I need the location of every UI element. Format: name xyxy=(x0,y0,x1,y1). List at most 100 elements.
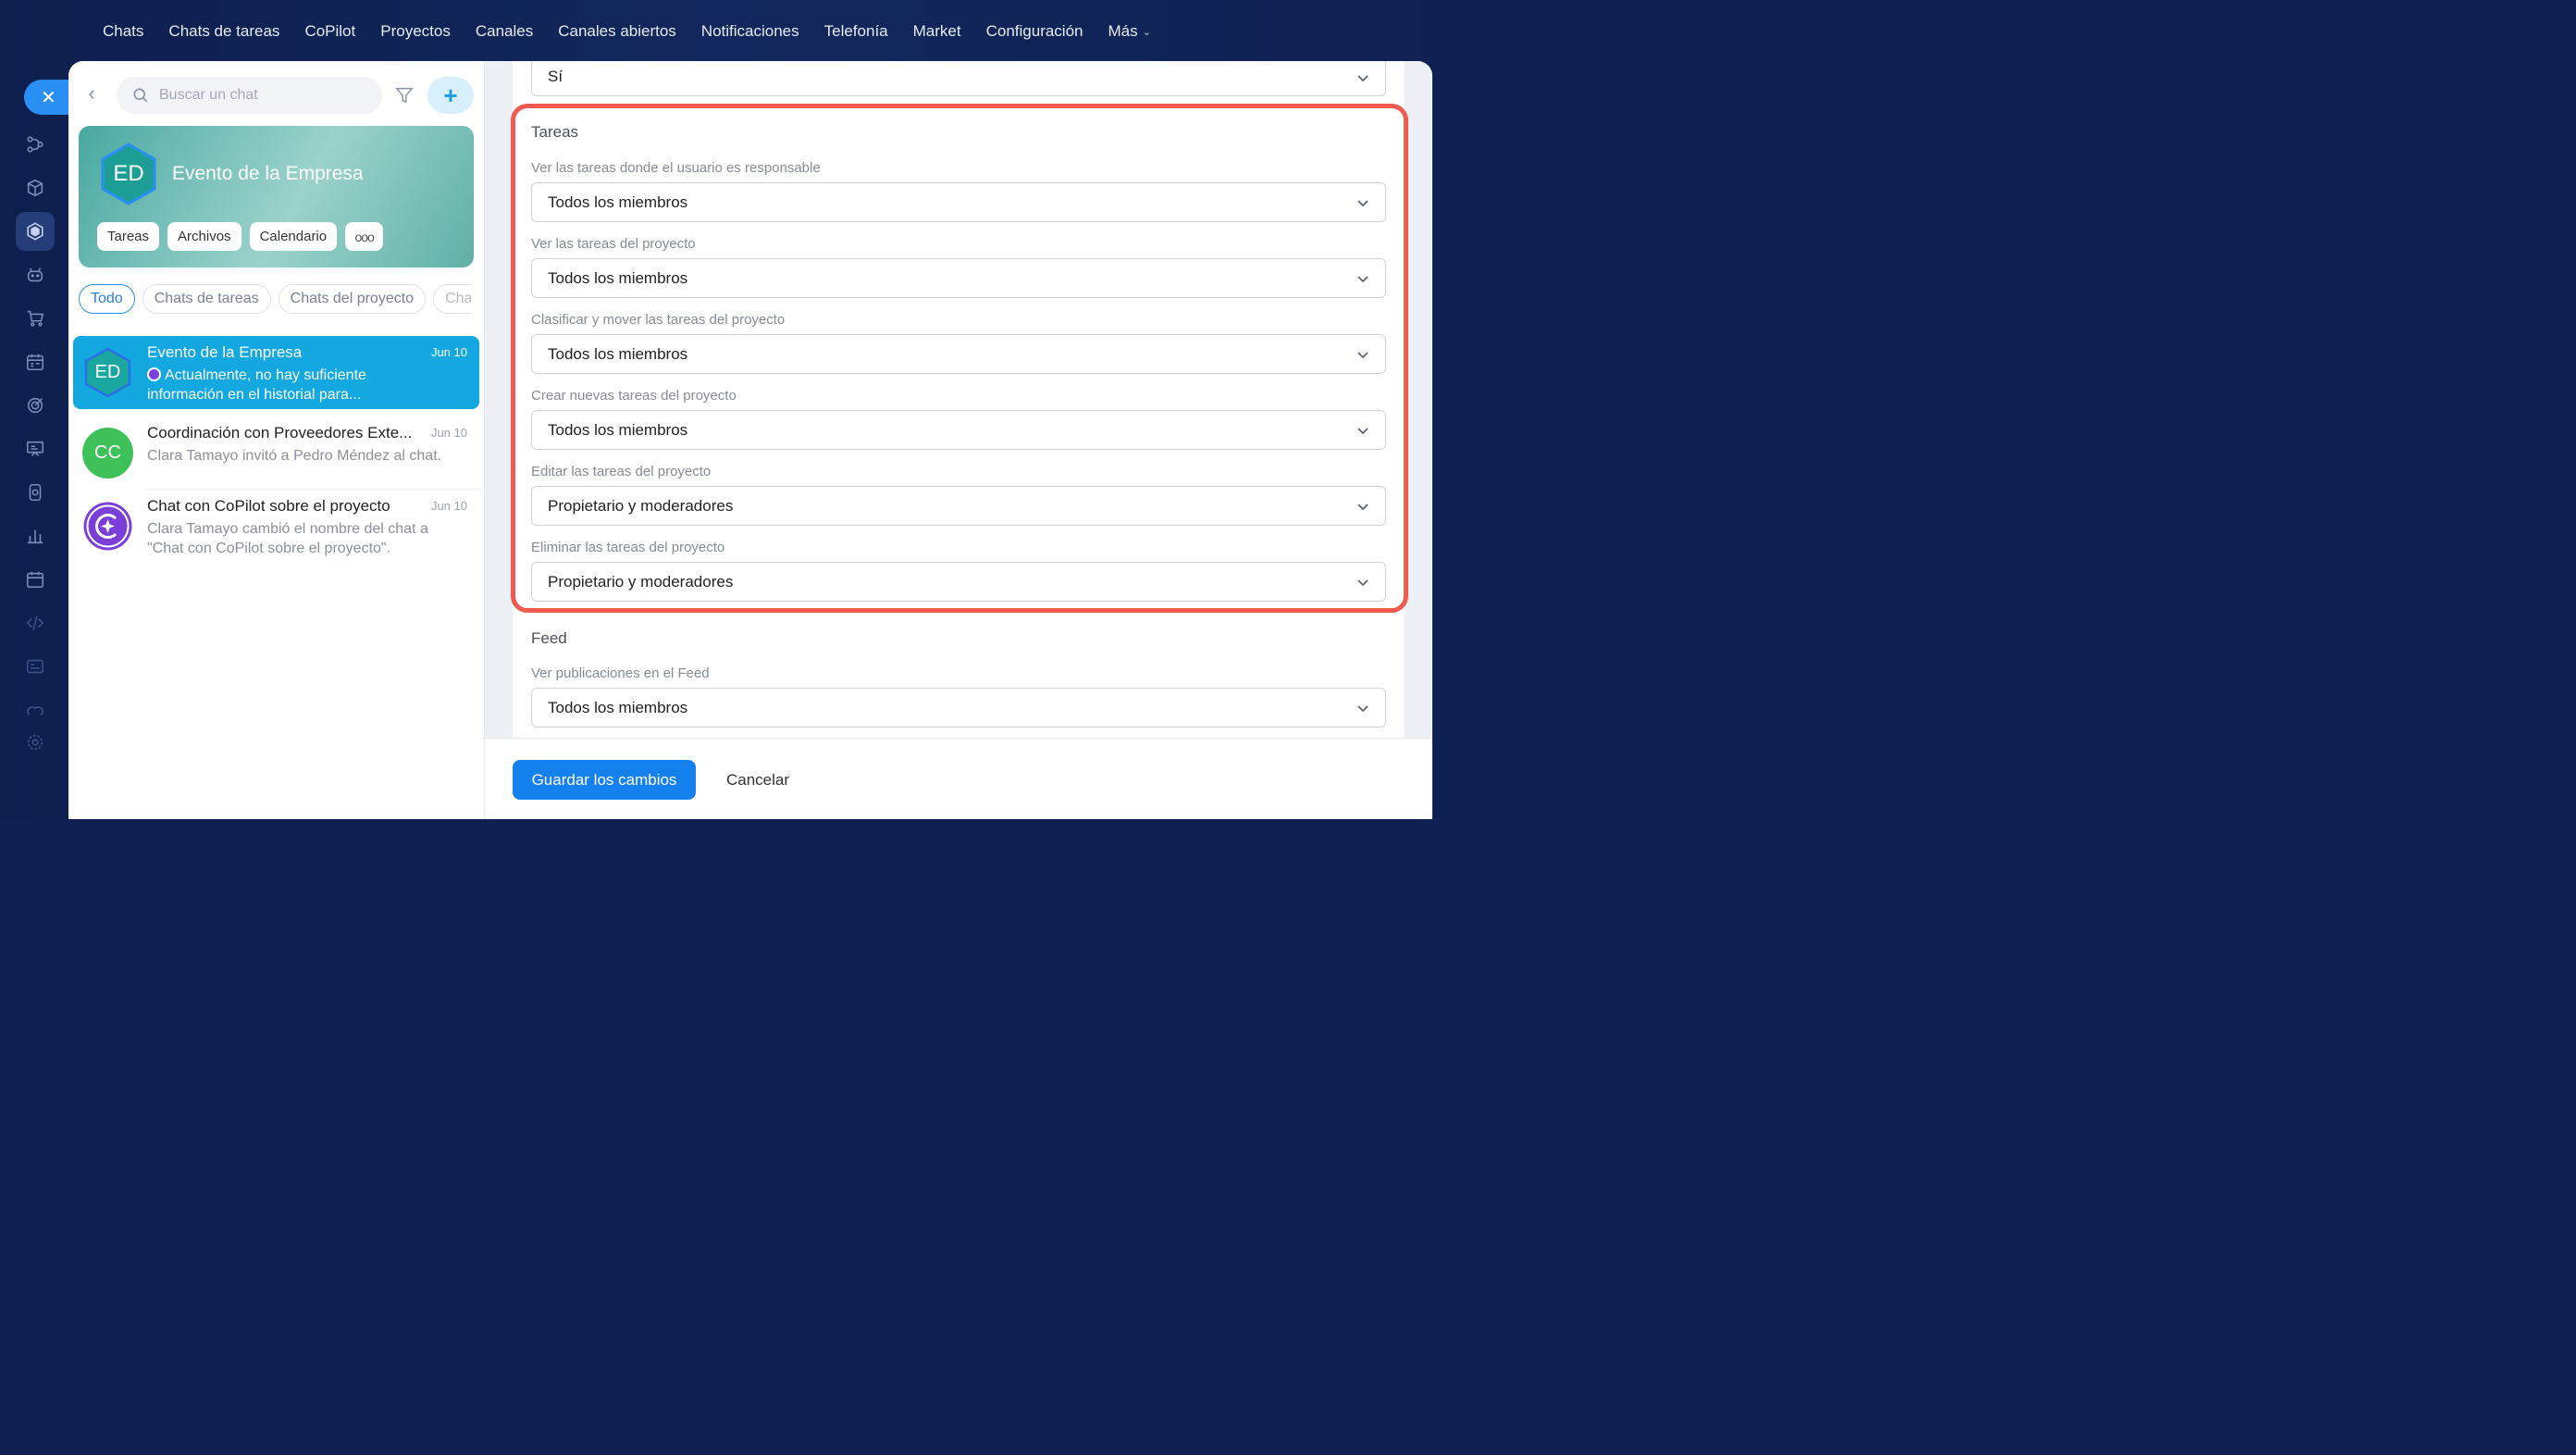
presentation-icon[interactable] xyxy=(16,429,55,468)
nav-market[interactable]: Market xyxy=(913,22,961,41)
search-icon xyxy=(133,88,148,103)
feed-publications-select[interactable]: Todos los miembros xyxy=(531,688,1386,728)
top-navigation: Chats Chats de tareas CoPilot Proyectos … xyxy=(103,19,1176,44)
project-settings-panel: Sí Tareas Ver las tareas donde el usuari… xyxy=(485,61,1432,819)
select-value: Todos los miembros xyxy=(548,268,688,287)
nav-copilot[interactable]: CoPilot xyxy=(304,22,355,41)
responsible-tasks-select[interactable]: Todos los miembros xyxy=(531,182,1386,222)
nav-chats[interactable]: Chats xyxy=(103,22,143,41)
settings-footer: Guardar los cambios Cancelar xyxy=(485,738,1432,819)
chat-name: Coordinación con Proveedores Exte... xyxy=(147,424,413,441)
filter-channels[interactable]: Cha xyxy=(433,284,471,314)
flow-icon[interactable] xyxy=(16,125,55,164)
select-value: Todos los miembros xyxy=(548,193,688,211)
main-panel: ‹ + ED Evento de la Empresa Tareas Archi… xyxy=(68,61,1432,819)
chevron-down-icon xyxy=(1356,499,1370,514)
code-icon[interactable] xyxy=(16,603,55,642)
filter-all[interactable]: Todo xyxy=(79,284,135,314)
robot-icon[interactable] xyxy=(16,255,55,294)
new-chat-button[interactable]: + xyxy=(427,77,474,114)
more-button[interactable]: ooo xyxy=(345,222,384,251)
chat-name: Evento de la Empresa xyxy=(147,343,303,361)
chat-preview: Actualmente, no hay suficiente informaci… xyxy=(147,366,443,404)
sort-move-tasks-select[interactable]: Todos los miembros xyxy=(531,334,1386,374)
nav-notifications[interactable]: Notificaciones xyxy=(701,22,799,41)
calendar-button[interactable]: Calendario xyxy=(249,222,338,251)
tasks-section-title: Tareas xyxy=(531,123,579,141)
field-label: Ver publicaciones en el Feed xyxy=(531,665,710,681)
top-select-value: Sí xyxy=(548,68,564,85)
select-value: Propietario y moderadores xyxy=(548,572,734,591)
chevron-down-icon xyxy=(1356,195,1370,210)
cart-icon[interactable] xyxy=(16,299,55,338)
nav-more[interactable]: Más ⌄ xyxy=(1108,22,1151,41)
nav-projects[interactable]: Proyectos xyxy=(380,22,451,41)
delete-tasks-select[interactable]: Propietario y moderadores xyxy=(531,562,1386,602)
chat-list-item[interactable]: CC Coordinación con Proveedores Exte... … xyxy=(73,417,479,490)
target-icon[interactable] xyxy=(16,386,55,425)
filter-task-chats[interactable]: Chats de tareas xyxy=(142,284,271,314)
nav-more-label: Más xyxy=(1108,22,1138,40)
view-project-tasks-select[interactable]: Todos los miembros xyxy=(531,258,1386,298)
filter-button[interactable] xyxy=(394,85,416,107)
group-title: Evento de la Empresa xyxy=(172,163,364,184)
copilot-avatar-icon xyxy=(83,502,132,551)
chat-name: Chat con CoPilot sobre el proyecto xyxy=(147,497,390,515)
chat-list-item[interactable]: ED Evento de la Empresa Jun 10 Actualmen… xyxy=(73,336,479,409)
box-icon[interactable] xyxy=(16,168,55,207)
back-button[interactable]: ‹ xyxy=(81,81,102,105)
top-select[interactable]: Sí xyxy=(531,61,1386,96)
field-label: Ver las tareas donde el usuario es respo… xyxy=(531,160,821,176)
chat-filter-tabs: Todo Chats de tareas Chats del proyecto … xyxy=(79,284,471,314)
chevron-down-icon xyxy=(1356,575,1370,590)
plus-icon: + xyxy=(443,81,458,109)
chevron-down-icon: ⌄ xyxy=(1142,26,1151,38)
field-label: Ver las tareas del proyecto xyxy=(531,236,696,252)
select-value: Propietario y moderadores xyxy=(548,496,734,515)
feed-section-title: Feed xyxy=(531,629,567,647)
chevron-down-icon xyxy=(1356,70,1370,85)
chevron-left-icon: ‹ xyxy=(88,81,95,105)
chat-date: Jun 10 xyxy=(430,499,467,513)
search-input[interactable] xyxy=(159,87,363,104)
field-label: Editar las tareas del proyecto xyxy=(531,464,712,479)
save-button[interactable]: Guardar los cambios xyxy=(513,760,696,800)
chevron-down-icon xyxy=(1356,423,1370,438)
projects-hexagon-icon[interactable] xyxy=(16,212,55,251)
copilot-icon xyxy=(147,367,161,381)
group-actions: Tareas Archivos Calendario ooo xyxy=(97,222,391,251)
nav-open-channels[interactable]: Canales abiertos xyxy=(558,22,676,41)
chevron-down-icon xyxy=(1356,347,1370,362)
calendar-list-icon[interactable] xyxy=(16,342,55,381)
field-label: Clasificar y mover las tareas del proyec… xyxy=(531,312,786,328)
chat-list-panel: ‹ + ED Evento de la Empresa Tareas Archi… xyxy=(68,61,485,819)
field-label: Eliminar las tareas del proyecto xyxy=(531,540,725,555)
filter-project-chats[interactable]: Chats del proyecto xyxy=(278,284,427,314)
chat-avatar-initials: ED xyxy=(94,362,121,382)
gear-icon[interactable] xyxy=(16,723,55,762)
group-header-card: ED Evento de la Empresa Tareas Archivos … xyxy=(79,126,474,267)
nav-telephony[interactable]: Telefonía xyxy=(824,22,888,41)
calendar-icon[interactable] xyxy=(16,560,55,599)
nav-channels[interactable]: Canales xyxy=(476,22,533,41)
select-value: Todos los miembros xyxy=(548,698,688,716)
select-value: Todos los miembros xyxy=(548,344,688,363)
tasks-button[interactable]: Tareas xyxy=(97,222,160,251)
chat-preview: Clara Tamayo cambió el nombre del chat a… xyxy=(147,521,428,556)
bar-chart-icon[interactable] xyxy=(16,516,55,555)
chat-list-item[interactable]: Chat con CoPilot sobre el proyecto Jun 1… xyxy=(73,490,479,563)
edit-tasks-select[interactable]: Propietario y moderadores xyxy=(531,486,1386,526)
create-tasks-select[interactable]: Todos los miembros xyxy=(531,410,1386,450)
group-avatar-initials: ED xyxy=(113,161,144,186)
nav-settings[interactable]: Configuración xyxy=(986,22,1084,41)
id-card-icon[interactable] xyxy=(16,647,55,686)
nav-task-chats[interactable]: Chats de tareas xyxy=(168,22,279,41)
files-button[interactable]: Archivos xyxy=(167,222,242,251)
field-label: Crear nuevas tareas del proyecto xyxy=(531,388,737,404)
close-icon: ✕ xyxy=(41,87,56,108)
chat-search[interactable] xyxy=(117,77,382,114)
tablet-icon[interactable] xyxy=(16,473,55,512)
chat-preview-text: Actualmente, no hay suficiente informaci… xyxy=(147,367,366,403)
chat-preview: Clara Tamayo invitó a Pedro Méndez al ch… xyxy=(147,448,442,464)
cancel-button[interactable]: Cancelar xyxy=(726,760,789,800)
